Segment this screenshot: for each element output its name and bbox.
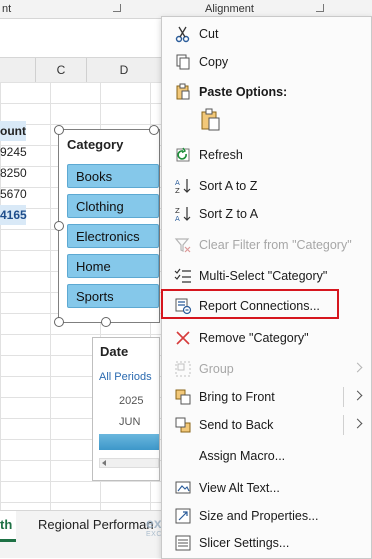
menu-item-slicer-settings[interactable]: Slicer Settings... <box>162 530 371 556</box>
clipboard-icon <box>176 83 190 100</box>
timeline-period-bar[interactable] <box>99 434 159 450</box>
ribbon-font-group-label: nt <box>2 3 12 15</box>
menu-item-group[interactable]: Group <box>162 356 371 382</box>
context-menu: Cut Copy Paste Options: Refresh AZ Sort … <box>161 16 372 559</box>
paste-clipboard-icon <box>201 108 220 131</box>
menu-item-clear-filter[interactable]: Clear Filter from "Category" <box>162 232 371 258</box>
slicer-item-home[interactable]: Home <box>67 254 159 278</box>
menu-item-multi-select[interactable]: Multi-Select "Category" <box>162 263 371 289</box>
column-header-d[interactable]: D <box>87 58 162 83</box>
table-total-cell[interactable]: 4165 <box>0 205 27 225</box>
paste-button[interactable] <box>198 107 224 133</box>
menu-item-assign-macro[interactable]: Assign Macro... <box>162 443 371 469</box>
menu-item-sort-z-a[interactable]: ZA Sort Z to A <box>162 201 371 227</box>
sheet-tab-active[interactable]: th <box>0 511 16 542</box>
slicer-item-electronics[interactable]: Electronics <box>67 224 159 248</box>
bring-front-icon <box>175 389 191 405</box>
resize-handle-middle-left[interactable] <box>54 221 64 231</box>
submenu-chevron-icon[interactable] <box>352 390 363 401</box>
scroll-left-icon[interactable] <box>102 460 106 466</box>
remove-x-icon <box>176 331 190 345</box>
column-header-b[interactable] <box>0 58 36 83</box>
alignment-dialog-launcher-icon[interactable] <box>316 4 324 12</box>
copy-icon <box>176 54 190 70</box>
resize-handle-bottom-center[interactable] <box>101 317 111 327</box>
timeline-title: Date <box>100 344 129 359</box>
menu-item-copy[interactable]: Copy <box>162 49 371 75</box>
slicer-settings-icon <box>175 535 191 551</box>
submenu-chevron-icon <box>352 362 363 373</box>
column-header-c[interactable]: C <box>36 58 87 83</box>
timeline-year-label: 2025 <box>119 395 144 407</box>
group-icon <box>175 361 191 377</box>
svg-text:A: A <box>175 179 180 187</box>
timeline-all-periods[interactable]: All Periods <box>99 371 152 383</box>
timeline-scrollbar[interactable] <box>99 458 159 468</box>
submenu-divider <box>343 387 344 407</box>
date-timeline[interactable]: Date All Periods 2025 JUN <box>92 337 160 481</box>
font-dialog-launcher-icon[interactable] <box>113 4 121 12</box>
multi-select-icon <box>174 268 191 283</box>
category-slicer[interactable]: Category Books Clothing Electronics Home… <box>58 129 160 323</box>
menu-item-send-to-back[interactable]: Send to Back <box>162 412 371 438</box>
sheet-tab-regional[interactable]: Regional Performan <box>38 511 154 539</box>
menu-item-sort-a-z[interactable]: AZ Sort A to Z <box>162 173 371 199</box>
resize-handle-bottom-left[interactable] <box>54 317 64 327</box>
clear-filter-icon <box>174 238 191 253</box>
slicer-item-books[interactable]: Books <box>67 164 159 188</box>
table-header-cell[interactable]: ount <box>0 121 26 141</box>
menu-paste-options-header: Paste Options: <box>162 79 371 105</box>
slicer-title: Category <box>67 137 124 152</box>
sort-za-icon: ZA <box>175 207 191 223</box>
menu-item-cut[interactable]: Cut <box>162 21 371 47</box>
menu-item-bring-to-front[interactable]: Bring to Front <box>162 384 371 410</box>
submenu-chevron-icon[interactable] <box>352 418 363 429</box>
report-connections-highlight <box>161 289 339 319</box>
send-back-icon <box>175 417 191 433</box>
menu-item-view-alt-text[interactable]: View Alt Text... <box>162 475 371 501</box>
scissors-icon <box>175 26 190 43</box>
ribbon-alignment-group-label: Alignment <box>205 3 254 15</box>
sort-az-icon: AZ <box>175 179 191 195</box>
size-properties-icon <box>175 508 191 524</box>
table-cell[interactable]: 5670 <box>0 184 27 204</box>
alt-text-icon <box>175 481 191 494</box>
timeline-month-label: JUN <box>119 416 141 428</box>
resize-handle-top-right[interactable] <box>149 125 159 135</box>
menu-item-remove[interactable]: Remove "Category" <box>162 325 371 351</box>
svg-text:Z: Z <box>175 187 180 195</box>
slicer-item-clothing[interactable]: Clothing <box>67 194 159 218</box>
svg-text:A: A <box>175 215 180 223</box>
menu-item-size-properties[interactable]: Size and Properties... <box>162 503 371 529</box>
table-cell[interactable]: 8250 <box>0 163 27 183</box>
resize-handle-top-left[interactable] <box>54 125 64 135</box>
slicer-item-sports[interactable]: Sports <box>67 284 159 308</box>
table-cell[interactable]: 9245 <box>0 142 27 162</box>
submenu-divider <box>343 415 344 435</box>
menu-item-refresh[interactable]: Refresh <box>162 142 371 168</box>
refresh-icon <box>176 147 190 162</box>
svg-text:Z: Z <box>175 207 180 215</box>
